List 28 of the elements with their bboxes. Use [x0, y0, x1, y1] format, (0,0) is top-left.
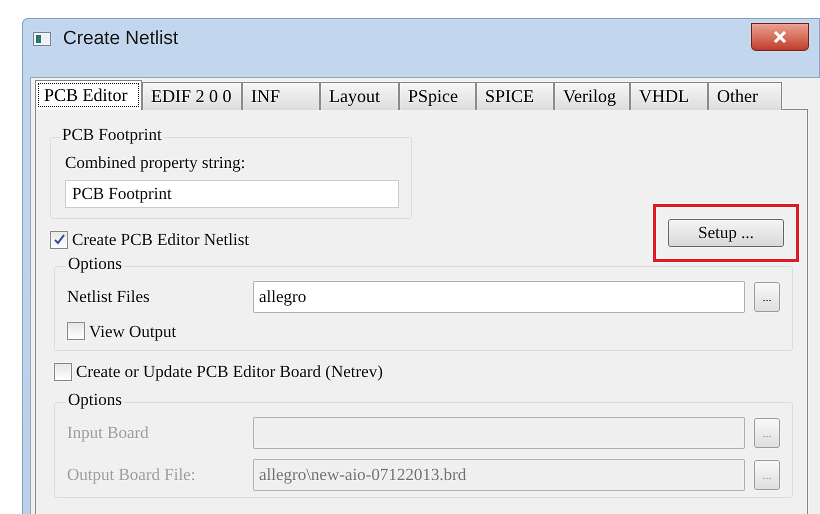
checkbox-label: Create or Update PCB Editor Board (Netrev): [76, 361, 383, 383]
close-button[interactable]: [751, 23, 809, 51]
tab[interactable]: EDIF 2 0 0: [142, 82, 242, 110]
checkbox[interactable]: [50, 230, 68, 248]
window-title: Create Netlist: [63, 26, 178, 51]
window-icon: [33, 32, 51, 46]
tab[interactable]: PCB Editor: [35, 80, 142, 110]
checkbox[interactable]: [54, 362, 72, 381]
field-label: Netlist Files: [67, 286, 151, 308]
checkbox-label: View Output: [89, 320, 176, 343]
checkbox[interactable]: [67, 322, 85, 340]
input-field[interactable]: PCB Footprint: [65, 180, 399, 208]
tab[interactable]: Verilog: [554, 82, 630, 110]
field-label: Input Board: [67, 422, 150, 444]
tab[interactable]: SPICE: [476, 82, 554, 110]
field-label: Combined property string:: [65, 152, 246, 174]
checkmark-icon: [52, 233, 66, 246]
field-label: Output Board File:: [67, 464, 196, 486]
tab[interactable]: PSpice: [399, 82, 476, 110]
checkbox-label: Create PCB Editor Netlist: [72, 228, 250, 251]
tab[interactable]: Layout: [320, 82, 399, 110]
browse-button[interactable]: ...: [754, 282, 780, 312]
tab[interactable]: VHDL: [630, 82, 708, 110]
close-icon: [773, 31, 787, 43]
input-field[interactable]: allegro: [253, 280, 745, 312]
tab[interactable]: Other: [708, 82, 782, 110]
tab[interactable]: INF: [242, 82, 320, 110]
setup-button[interactable]: Setup ...: [668, 218, 784, 246]
